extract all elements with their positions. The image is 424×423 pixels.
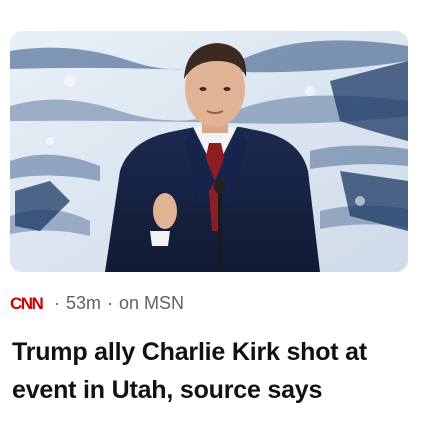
news-card[interactable]: CNN · 53m · on MSN Trump ally Charlie Ki… — [0, 0, 424, 423]
meta-separator: · — [107, 292, 114, 313]
article-headline[interactable]: Trump ally Charlie Kirk shot at event in… — [12, 333, 412, 409]
cnn-logo-icon: CNN — [10, 295, 45, 311]
meta-separator: · — [54, 292, 60, 313]
time-ago: 53m — [66, 292, 102, 313]
svg-text:CNN: CNN — [10, 295, 44, 311]
news-thumbnail-image[interactable] — [10, 31, 408, 272]
source-logo[interactable]: CNN — [10, 295, 48, 311]
provider-label[interactable]: on MSN — [119, 293, 184, 314]
article-meta: CNN · 53m · on MSN — [10, 290, 184, 316]
speaker-photo-illustration — [10, 31, 408, 272]
